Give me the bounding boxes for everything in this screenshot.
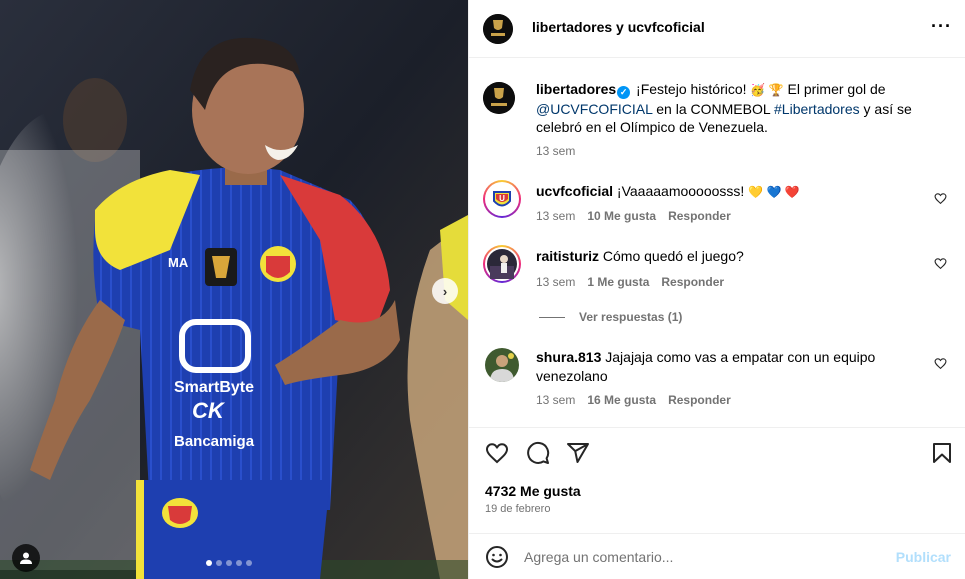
carousel-dot (226, 560, 232, 566)
comment-text: ¡Vaaaaamooooosss! (616, 183, 745, 199)
profile-photo-icon (485, 348, 519, 382)
replies-divider (539, 316, 565, 318)
comment-username[interactable]: shura.813 (536, 349, 601, 365)
like-comment-heart-icon[interactable] (934, 192, 947, 205)
post-details-panel: libertadores y ucvfcoficial ··· libertad… (468, 0, 965, 579)
reply-button[interactable]: Responder (668, 209, 731, 223)
commenter-avatar[interactable] (483, 346, 521, 384)
celebration-emoji-icon: 🥳 🏆 (750, 83, 784, 97)
comment-time[interactable]: 13 sem (536, 393, 575, 407)
caption-text-2: El primer gol de (787, 81, 886, 97)
comment-meta: 13 sem 10 Me gusta Responder (536, 209, 731, 223)
profile-photo-icon (487, 249, 517, 279)
carousel-indicator (206, 560, 252, 566)
commenter-avatar[interactable]: U (483, 180, 521, 218)
more-options-icon[interactable]: ··· (931, 17, 952, 35)
comment-username[interactable]: raitisturiz (536, 248, 599, 264)
comment-likes[interactable]: 10 Me gusta (587, 209, 656, 223)
add-comment-input[interactable] (524, 546, 884, 568)
next-slide-button[interactable]: › (432, 278, 458, 304)
comment-bubble-icon[interactable] (526, 441, 550, 465)
libertadores-logo-icon (483, 14, 513, 44)
reply-button[interactable]: Responder (668, 393, 731, 407)
caption-author-avatar[interactable] (483, 82, 515, 114)
like-comment-heart-icon[interactable] (934, 357, 947, 370)
actions-divider (469, 427, 965, 428)
post-header-title[interactable]: libertadores y ucvfcoficial (532, 19, 705, 35)
commenter-avatar[interactable] (483, 245, 521, 283)
post-header: libertadores y ucvfcoficial ··· (469, 0, 965, 58)
view-replies-button[interactable]: Ver respuestas (1) (539, 310, 682, 324)
hearts-emoji: 💛 💙 ❤️ (748, 185, 800, 199)
caption-text-1: ¡Festejo histórico! (636, 81, 747, 97)
comment-likes[interactable]: 1 Me gusta (587, 275, 649, 289)
carousel-dot (206, 560, 212, 566)
svg-text:U: U (499, 194, 505, 203)
jersey-sponsor-ck: CK (192, 398, 226, 423)
likes-count[interactable]: 4732 Me gusta (485, 483, 581, 499)
comment-text: Cómo quedó el juego? (602, 248, 744, 264)
post-media[interactable]: MA SmartByte CK Bancamiga › (0, 0, 468, 579)
libertadores-logo-icon (483, 82, 515, 114)
comment-meta: 13 sem 1 Me gusta Responder (536, 275, 724, 289)
ucv-crest-icon: U (487, 184, 517, 214)
reply-button[interactable]: Responder (661, 275, 724, 289)
post-photo: MA SmartByte CK Bancamiga (0, 0, 468, 579)
verified-badge-icon: ✓ (617, 86, 631, 99)
caption-mention-link[interactable]: @UCVFCOFICIAL (536, 101, 652, 117)
like-heart-icon[interactable] (485, 441, 509, 465)
carousel-dot (246, 560, 252, 566)
jersey-sponsor-smartbyte: SmartByte (174, 379, 254, 396)
caption-text-3: en la CONMEBOL (656, 100, 771, 117)
post-date[interactable]: 19 de febrero (485, 503, 550, 515)
comment-username[interactable]: ucvfcoficial (536, 183, 613, 199)
save-bookmark-icon[interactable] (930, 441, 954, 465)
svg-text:MA: MA (168, 255, 189, 270)
author-avatar[interactable] (483, 14, 513, 44)
share-send-icon[interactable] (566, 441, 590, 465)
carousel-dot (236, 560, 242, 566)
composer-divider (469, 533, 965, 534)
carousel-dot (216, 560, 222, 566)
jersey-sponsor-bancamiga: Bancamiga (174, 433, 255, 450)
user-icon (20, 552, 32, 564)
view-replies-label: Ver respuestas (1) (579, 310, 683, 324)
like-comment-heart-icon[interactable] (934, 257, 947, 270)
publish-button[interactable]: Publicar (896, 549, 951, 565)
comment-meta: 13 sem 16 Me gusta Responder (536, 393, 731, 407)
comment-time[interactable]: 13 sem (536, 275, 575, 289)
caption-username[interactable]: libertadores (536, 81, 616, 97)
caption-hashtag-link[interactable]: #Libertadores (774, 101, 860, 117)
caption-time[interactable]: 13 sem (536, 144, 575, 158)
comment-likes[interactable]: 16 Me gusta (587, 393, 656, 407)
tagged-users-button[interactable] (12, 544, 40, 572)
comment-time[interactable]: 13 sem (536, 209, 575, 223)
emoji-smiley-icon[interactable] (485, 545, 509, 569)
